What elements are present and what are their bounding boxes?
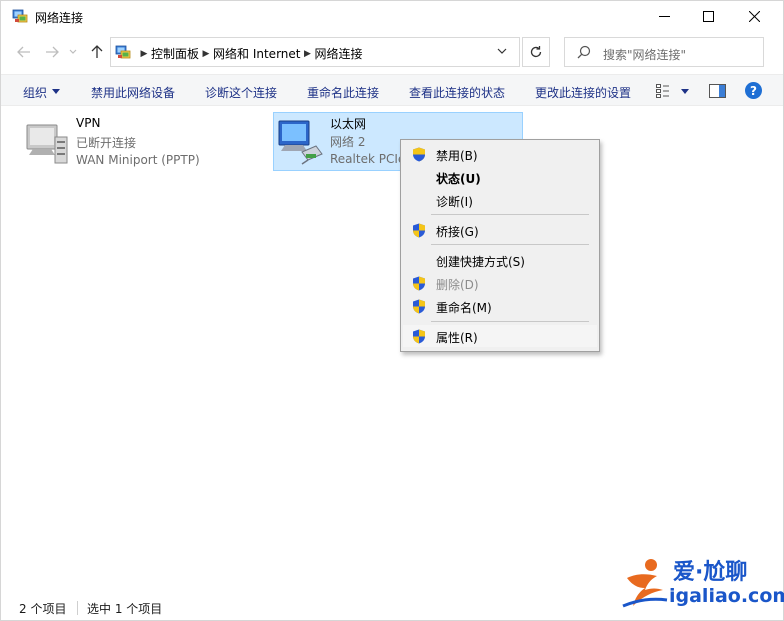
status-divider xyxy=(77,601,78,615)
vpn-connection-icon xyxy=(26,124,68,164)
close-icon xyxy=(748,10,760,22)
menu-item-delete[interactable]: 删除(D) xyxy=(403,272,597,294)
uac-shield-icon xyxy=(413,147,425,162)
breadcrumb: ▶ 控制面板 ▶ 网络和 Internet ▶ 网络连接 xyxy=(137,45,363,62)
menu-item-rename[interactable]: 重命名(M) xyxy=(403,295,597,317)
refresh-icon xyxy=(530,46,542,58)
search-placeholder: 搜索"网络连接" xyxy=(603,48,687,62)
window-title: 网络连接 xyxy=(35,11,84,25)
menu-item-label: 禁用(B) xyxy=(436,149,478,163)
recent-locations-button[interactable] xyxy=(67,43,79,61)
connection-status: 已断开连接 xyxy=(76,136,137,150)
forward-button[interactable] xyxy=(43,43,61,61)
close-button[interactable] xyxy=(731,1,777,31)
minimize-icon xyxy=(658,15,670,17)
view-options-icon[interactable] xyxy=(656,84,674,98)
ethernet-connection-icon xyxy=(278,120,323,165)
menu-item-properties[interactable]: 属性(R) xyxy=(403,325,597,347)
menu-item-label: 桥接(G) xyxy=(436,225,479,239)
search-box[interactable]: 搜索"网络连接" xyxy=(564,37,764,67)
menu-item-label: 删除(D) xyxy=(436,278,479,292)
connections-list: VPN 已断开连接 WAN Miniport (PPTP) 以太网 网络 2 R… xyxy=(1,107,783,593)
menu-item-label: 状态(U) xyxy=(436,172,481,186)
chevron-right-icon[interactable]: ▶ xyxy=(199,49,213,59)
back-button[interactable] xyxy=(15,43,33,61)
watermark-line2: igaliao.com xyxy=(669,585,784,607)
connection-item-vpn[interactable]: VPN 已断开连接 WAN Miniport (PPTP) xyxy=(19,113,269,171)
uac-shield-icon xyxy=(413,276,425,291)
view-dropdown-icon[interactable] xyxy=(681,89,689,94)
connection-device: Realtek PCIe xyxy=(330,152,400,166)
preview-pane-icon[interactable] xyxy=(709,84,726,98)
menu-item-label: 重命名(M) xyxy=(436,301,492,315)
watermark-line1: 爱·尬聊 xyxy=(673,560,748,585)
menu-item-bridge[interactable]: 桥接(G) xyxy=(403,219,597,241)
menu-item-status[interactable]: 状态(U) xyxy=(403,166,597,188)
search-icon xyxy=(577,45,591,59)
menu-item-create-shortcut[interactable]: 创建快捷方式(S) xyxy=(403,249,597,271)
title-bar: 网络连接 xyxy=(1,1,783,31)
item-count: 2 个项目 xyxy=(19,602,67,616)
refresh-button[interactable] xyxy=(522,37,550,67)
arrow-left-icon xyxy=(17,46,30,58)
organize-button[interactable]: 组织 xyxy=(23,84,47,101)
connection-name: VPN xyxy=(76,116,101,130)
menu-separator xyxy=(431,244,589,245)
organize-dropdown-icon[interactable] xyxy=(52,89,60,94)
chevron-right-icon: ▶ xyxy=(140,48,148,59)
arrow-right-icon xyxy=(46,46,59,58)
disable-device-button[interactable]: 禁用此网络设备 xyxy=(91,84,175,101)
watermark-logo-icon xyxy=(622,559,668,608)
selection-count: 选中 1 个项目 xyxy=(87,602,163,616)
connection-name: 以太网 xyxy=(330,117,367,131)
breadcrumb-control-panel[interactable]: 控制面板 xyxy=(151,45,199,62)
maximize-icon xyxy=(702,10,714,22)
rename-button[interactable]: 重命名此连接 xyxy=(307,84,379,101)
address-bar[interactable]: ▶ 控制面板 ▶ 网络和 Internet ▶ 网络连接 xyxy=(110,37,520,67)
breadcrumb-network-connections[interactable]: 网络连接 xyxy=(314,45,362,62)
menu-item-label: 属性(R) xyxy=(436,331,478,345)
menu-item-label: 创建快捷方式(S) xyxy=(436,255,525,269)
menu-separator xyxy=(431,321,589,322)
menu-item-disable[interactable]: 禁用(B) xyxy=(403,143,597,165)
context-menu: 禁用(B) 状态(U) 诊断(I) 桥接(G) 创建快捷方式(S) 删除(D) … xyxy=(400,139,600,352)
up-button[interactable] xyxy=(88,43,106,61)
change-settings-button[interactable]: 更改此连接的设置 xyxy=(535,84,631,101)
help-button[interactable]: ? xyxy=(745,82,762,99)
breadcrumb-network-internet[interactable]: 网络和 Internet xyxy=(213,45,300,62)
command-bar: 组织 禁用此网络设备 诊断这个连接 重命名此连接 查看此连接的状态 更改此连接的… xyxy=(1,74,783,106)
menu-item-diagnose[interactable]: 诊断(I) xyxy=(403,189,597,211)
menu-separator xyxy=(431,214,589,215)
uac-shield-icon xyxy=(413,299,425,314)
control-panel-icon xyxy=(115,45,131,59)
chevron-right-icon[interactable]: ▶ xyxy=(300,49,314,59)
arrow-up-icon xyxy=(91,45,103,58)
view-status-button[interactable]: 查看此连接的状态 xyxy=(409,84,505,101)
network-connections-window: 网络连接 ▶ 控制面板 ▶ 网络和 Internet ▶ 网络连接 搜索"网络连… xyxy=(0,0,784,621)
network-folder-icon xyxy=(12,9,28,23)
uac-shield-icon xyxy=(413,329,425,344)
chevron-down-icon xyxy=(69,49,77,54)
menu-item-label: 诊断(I) xyxy=(436,195,473,209)
diagnose-button[interactable]: 诊断这个连接 xyxy=(205,84,277,101)
connection-status: 网络 2 xyxy=(330,135,366,149)
watermark: 爱·尬聊 igaliao.com xyxy=(621,554,784,614)
uac-shield-icon xyxy=(413,223,425,238)
connection-device: WAN Miniport (PPTP) xyxy=(76,153,200,167)
maximize-button[interactable] xyxy=(685,1,731,31)
minimize-button[interactable] xyxy=(641,1,687,31)
address-dropdown-icon[interactable] xyxy=(497,47,507,55)
